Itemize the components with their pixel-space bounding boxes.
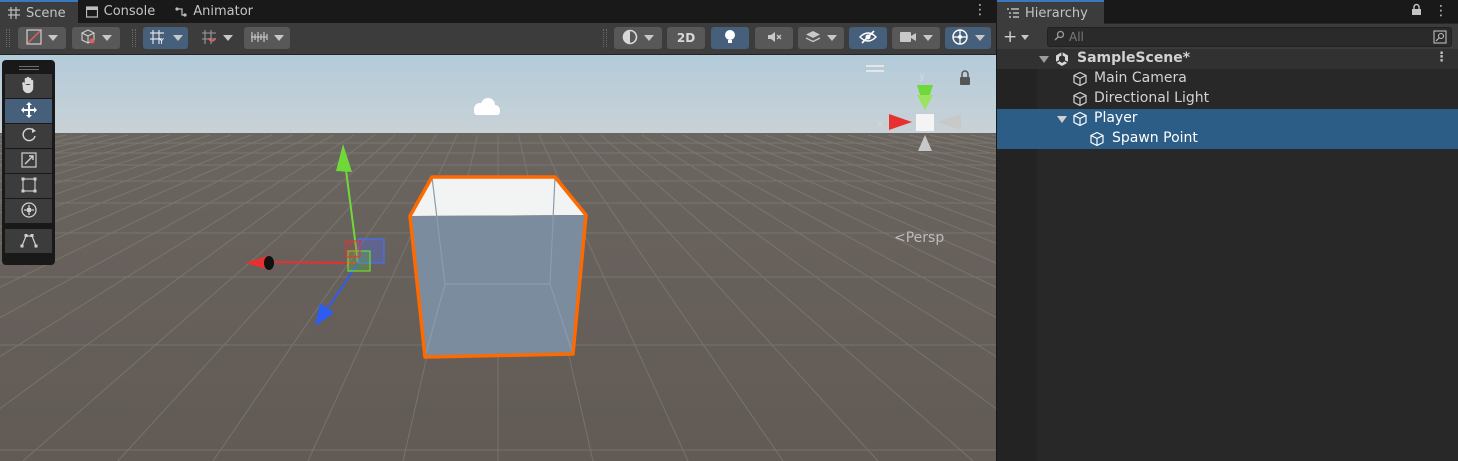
camera-projection-label[interactable]: <Persp bbox=[894, 230, 944, 246]
grid-icon bbox=[8, 7, 20, 19]
item-label: Main Camera bbox=[1094, 70, 1187, 86]
hierarchy-item-spawn-point[interactable]: Spawn Point bbox=[997, 129, 1458, 149]
scene-menu-icon[interactable]: ⋮ bbox=[1435, 50, 1448, 65]
toggle-2d-label: 2D bbox=[676, 31, 696, 45]
search-icon bbox=[1054, 30, 1065, 44]
hand-icon bbox=[21, 76, 37, 97]
effects-layers-icon bbox=[805, 29, 821, 48]
scene-panel-menu-icon[interactable]: ⋮ bbox=[973, 2, 987, 18]
gizmo-globe-icon bbox=[951, 28, 969, 49]
svg-text:Y: Y bbox=[158, 37, 164, 45]
hierarchy-tree: SampleScene* ⋮ Main Camera Directional L… bbox=[997, 49, 1458, 149]
audio-toggle[interactable] bbox=[755, 27, 793, 49]
move-tool-button[interactable] bbox=[5, 99, 52, 123]
tab-label: Animator bbox=[193, 4, 254, 19]
scene-visibility-toggle[interactable] bbox=[849, 27, 887, 49]
gameobject-cube-icon bbox=[1072, 91, 1088, 107]
cube-render-icon bbox=[80, 28, 96, 48]
hierarchy-menu-icon[interactable]: ⋮ bbox=[1434, 3, 1448, 20]
scene-row[interactable]: SampleScene* ⋮ bbox=[997, 49, 1458, 69]
snap-increment-icon bbox=[201, 29, 217, 48]
expand-arrow-icon[interactable] bbox=[1039, 56, 1049, 63]
sky-background bbox=[0, 55, 996, 135]
hierarchy-list-icon bbox=[1007, 7, 1019, 19]
increment-snap-dropdown[interactable] bbox=[196, 27, 238, 49]
move-arrows-icon bbox=[20, 101, 38, 122]
rotate-tool-button[interactable] bbox=[5, 124, 52, 148]
ruler-snap-dropdown[interactable] bbox=[244, 27, 290, 49]
toggle-2d-button[interactable]: 2D bbox=[667, 27, 705, 49]
hierarchy-search[interactable] bbox=[1047, 27, 1452, 47]
scene-name: SampleScene* bbox=[1077, 50, 1191, 66]
tools-overlay-handle[interactable] bbox=[5, 63, 52, 73]
video-camera-icon bbox=[899, 30, 917, 47]
grid-snap-toggle[interactable]: Y bbox=[143, 27, 188, 49]
effects-dropdown[interactable] bbox=[798, 27, 844, 49]
rect-tool-button[interactable] bbox=[5, 174, 52, 198]
camera-settings-dropdown[interactable] bbox=[892, 27, 940, 49]
create-object-dropdown[interactable]: + bbox=[1003, 27, 1035, 47]
tools-overlay bbox=[2, 60, 55, 265]
gizmo-x-label: x bbox=[877, 118, 883, 129]
unity-scene-icon bbox=[1054, 51, 1070, 67]
player-cube bbox=[408, 175, 588, 359]
toolbar-grip bbox=[603, 29, 607, 47]
toolbar-grip bbox=[6, 29, 10, 47]
transform-icon bbox=[20, 201, 38, 222]
draw-mode-icon bbox=[26, 28, 42, 48]
lock-icon[interactable] bbox=[1411, 3, 1422, 20]
tab-scene[interactable]: Scene bbox=[0, 0, 78, 24]
transform-tool-button[interactable] bbox=[5, 199, 52, 223]
tab-console[interactable]: Console bbox=[78, 0, 168, 23]
draw-mode-dropdown[interactable] bbox=[18, 27, 66, 49]
item-label: Spawn Point bbox=[1112, 130, 1198, 146]
hierarchy-item-directional-light[interactable]: Directional Light bbox=[997, 89, 1458, 109]
audio-muted-icon bbox=[766, 29, 782, 48]
tab-label: Hierarchy bbox=[1025, 5, 1088, 21]
gameobject-cube-icon bbox=[1072, 71, 1088, 87]
search-input[interactable] bbox=[1069, 30, 1409, 44]
expand-arrow-icon[interactable] bbox=[1057, 116, 1067, 123]
render-mode-dropdown[interactable] bbox=[72, 27, 120, 49]
gizmo-y-label: y bbox=[919, 71, 925, 82]
scene-canvas[interactable]: y x bbox=[0, 55, 996, 461]
gizmos-dropdown[interactable] bbox=[945, 27, 991, 49]
scene-viewport[interactable]: y x <Persp bbox=[0, 55, 996, 461]
custom-tool-button[interactable] bbox=[5, 229, 52, 253]
ruler-icon bbox=[250, 30, 268, 47]
hierarchy-panel: Hierarchy ⋮ + Samp bbox=[997, 0, 1458, 461]
scene-view-panel: Scene Console Animator ⋮ Y 2D y x <Persp bbox=[0, 0, 996, 461]
hierarchy-tabbar: Hierarchy ⋮ bbox=[997, 0, 1458, 24]
tab-label: Console bbox=[103, 4, 156, 19]
scene-tabbar: Scene Console Animator ⋮ bbox=[0, 0, 996, 24]
console-icon bbox=[85, 5, 98, 18]
hierarchy-item-player[interactable]: Player bbox=[997, 109, 1458, 129]
gameobject-cube-icon bbox=[1072, 111, 1088, 127]
gameobject-cube-icon bbox=[1089, 131, 1105, 147]
plus-icon: + bbox=[1003, 27, 1018, 47]
lightbulb-icon bbox=[723, 29, 737, 48]
shading-mode-dropdown[interactable] bbox=[614, 27, 662, 49]
tab-label: Scene bbox=[26, 5, 66, 21]
hierarchy-toolbar: + bbox=[997, 24, 1458, 50]
item-label: Player bbox=[1094, 110, 1138, 126]
hierarchy-item-main-camera[interactable]: Main Camera bbox=[997, 69, 1458, 89]
tab-hierarchy[interactable]: Hierarchy bbox=[997, 0, 1104, 24]
sphere-shading-icon bbox=[622, 29, 638, 48]
animator-icon bbox=[175, 6, 187, 18]
scene-toolbar: Y 2D bbox=[0, 23, 996, 55]
grid-snap-icon: Y bbox=[149, 29, 167, 48]
search-by-type-icon[interactable] bbox=[1433, 30, 1447, 47]
scale-icon bbox=[20, 151, 37, 171]
item-label: Directional Light bbox=[1094, 90, 1210, 106]
hand-tool-button[interactable] bbox=[5, 74, 52, 98]
scale-tool-button[interactable] bbox=[5, 149, 52, 173]
hidden-eye-icon bbox=[859, 29, 877, 47]
tab-animator[interactable]: Animator bbox=[167, 0, 265, 23]
rotate-icon bbox=[20, 126, 38, 147]
toolbar-grip bbox=[132, 29, 136, 47]
custom-editor-tool-icon bbox=[20, 232, 38, 251]
rect-transform-icon bbox=[21, 177, 37, 196]
lighting-toggle[interactable] bbox=[711, 27, 749, 49]
